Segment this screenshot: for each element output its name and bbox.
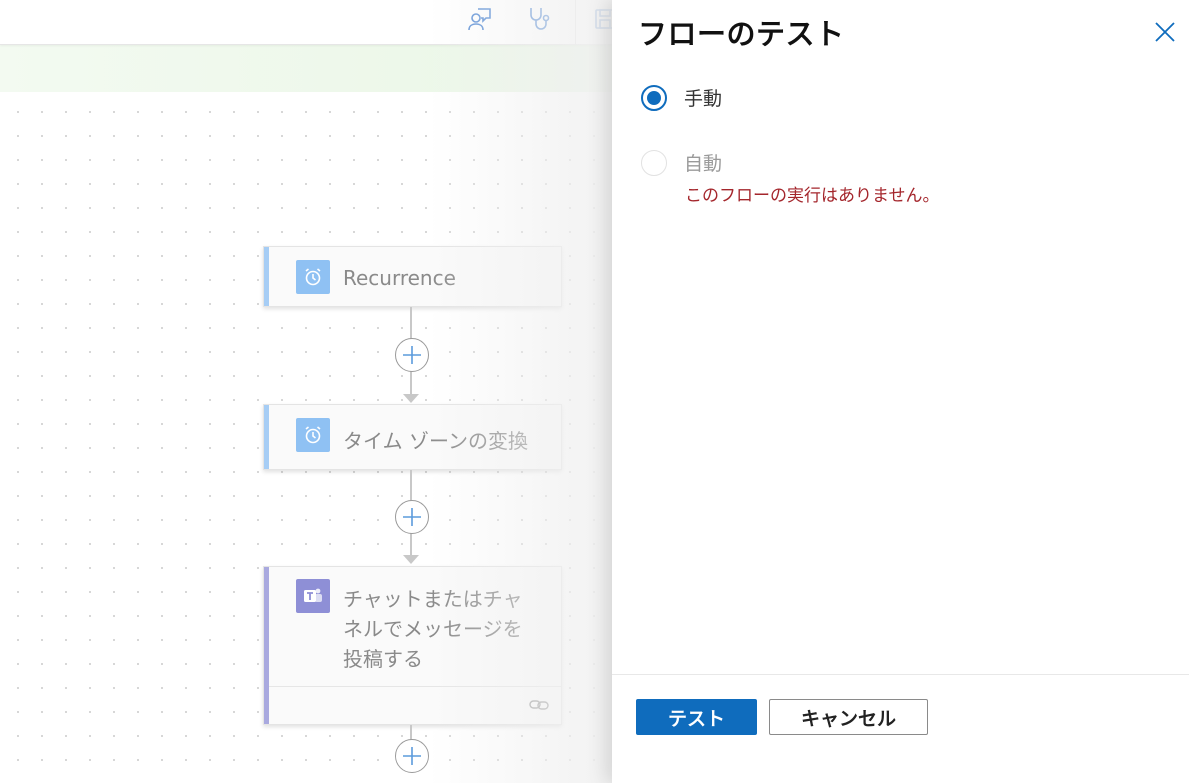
step-accent [264, 247, 269, 306]
status-banner [0, 45, 612, 92]
insert-step-button[interactable] [395, 739, 429, 773]
step-title-line: ネルでメッセージを [343, 617, 523, 641]
step-title-line: チャットまたはチャ [343, 587, 523, 611]
no-runs-message: このフローの実行はありません。 [685, 186, 940, 206]
flow-step-recurrence[interactable]: Recurrence [263, 246, 562, 307]
link-icon[interactable] [529, 697, 549, 716]
insert-step-button[interactable] [395, 500, 429, 534]
step-title: タイム ゾーンの変換 [343, 429, 528, 453]
save-icon[interactable] [590, 4, 612, 34]
connector-arrow [403, 394, 419, 403]
connector-arrow [403, 555, 419, 564]
panel-title: フローのテスト [638, 17, 845, 51]
flow-step-post-message[interactable]: チャットまたはチャ ネルでメッセージを 投稿する [263, 566, 562, 725]
radio-button-manual[interactable] [641, 84, 667, 111]
designer-toolbar [0, 0, 612, 45]
feedback-icon[interactable] [464, 4, 494, 34]
step-footer [269, 686, 561, 724]
close-icon[interactable] [1153, 20, 1177, 44]
radio-option-manual[interactable]: 手動 [641, 84, 722, 111]
flow-step-convert-time-zone[interactable]: タイム ゾーンの変換 [263, 404, 562, 470]
cancel-button[interactable]: キャンセル [769, 699, 928, 735]
alarm-clock-icon [296, 260, 330, 294]
stethoscope-icon[interactable] [524, 4, 554, 34]
radio-option-automatic[interactable]: 自動 [641, 149, 722, 176]
insert-step-button[interactable] [395, 338, 429, 372]
teams-icon [296, 579, 330, 613]
alarm-clock-icon [296, 418, 330, 452]
step-title: Recurrence [343, 266, 456, 290]
step-accent [264, 405, 269, 469]
step-title: チャットまたはチャ ネルでメッセージを 投稿する [343, 584, 523, 674]
radio-button-automatic[interactable] [641, 149, 667, 176]
radio-label-manual: 手動 [684, 88, 723, 110]
test-button[interactable]: テスト [636, 699, 757, 735]
test-flow-panel: フローのテスト 手動 自動 このフローの実行はありません。 テスト キャンセル [612, 0, 1189, 783]
radio-label-automatic: 自動 [684, 153, 723, 175]
panel-divider [612, 674, 1189, 675]
step-title-line: 投稿する [343, 647, 423, 671]
flow-designer-canvas: Recurrence タイム ゾーンの変換 チャットまたはチャ ネルでメッセージ… [0, 0, 612, 783]
toolbar-separator [575, 0, 576, 44]
